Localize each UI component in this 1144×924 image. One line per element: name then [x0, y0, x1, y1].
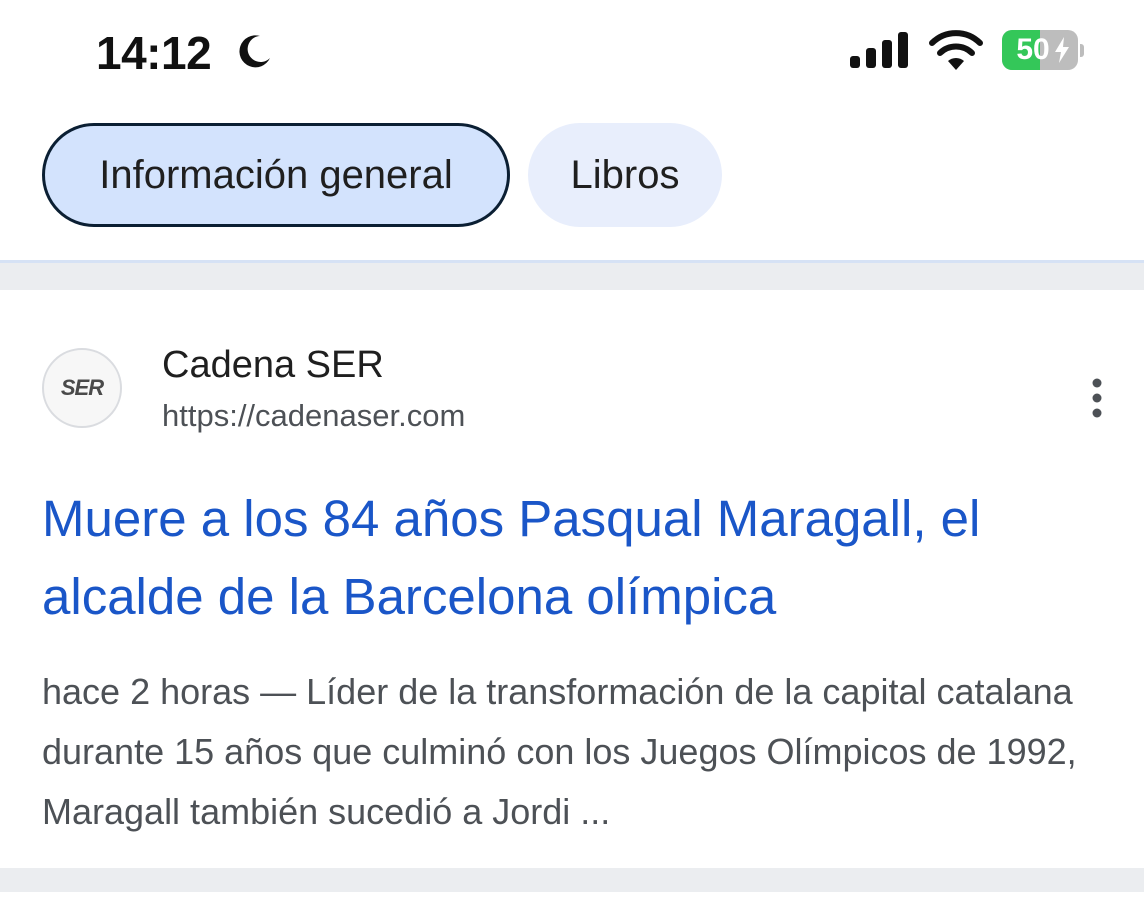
moon-icon	[239, 35, 270, 68]
result-snippet: hace 2 horas — Líder de la transformació…	[42, 671, 1077, 832]
chip-informacion-general[interactable]: Información general	[42, 123, 510, 227]
wifi-icon	[929, 30, 983, 70]
status-time: 14:12	[96, 27, 212, 79]
cellular-signal-icon	[850, 32, 908, 68]
favicon-logo-text: SER	[60, 375, 104, 400]
site-favicon[interactable]: SER	[42, 348, 122, 428]
section-separator	[0, 263, 1144, 290]
more-vertical-icon[interactable]	[1082, 378, 1112, 418]
battery-body: 50	[1002, 30, 1078, 70]
charging-bolt-icon	[1055, 37, 1069, 63]
source-url[interactable]: https://cadenaser.com	[162, 398, 465, 434]
result-title-link[interactable]: Muere a los 84 años Pasqual Maragall, el…	[42, 480, 1132, 636]
battery-cap	[1080, 44, 1084, 57]
search-result-card: SER Cadena SER https://cadenaser.com Mue…	[0, 290, 1144, 868]
status-bar: 14:12 50	[0, 0, 1144, 104]
section-separator-bottom	[0, 868, 1144, 892]
battery-indicator: 50	[1002, 30, 1084, 72]
filter-chips: Información general Libros	[42, 123, 722, 231]
chip-libros[interactable]: Libros	[528, 123, 722, 227]
source-name[interactable]: Cadena SER	[162, 344, 384, 387]
